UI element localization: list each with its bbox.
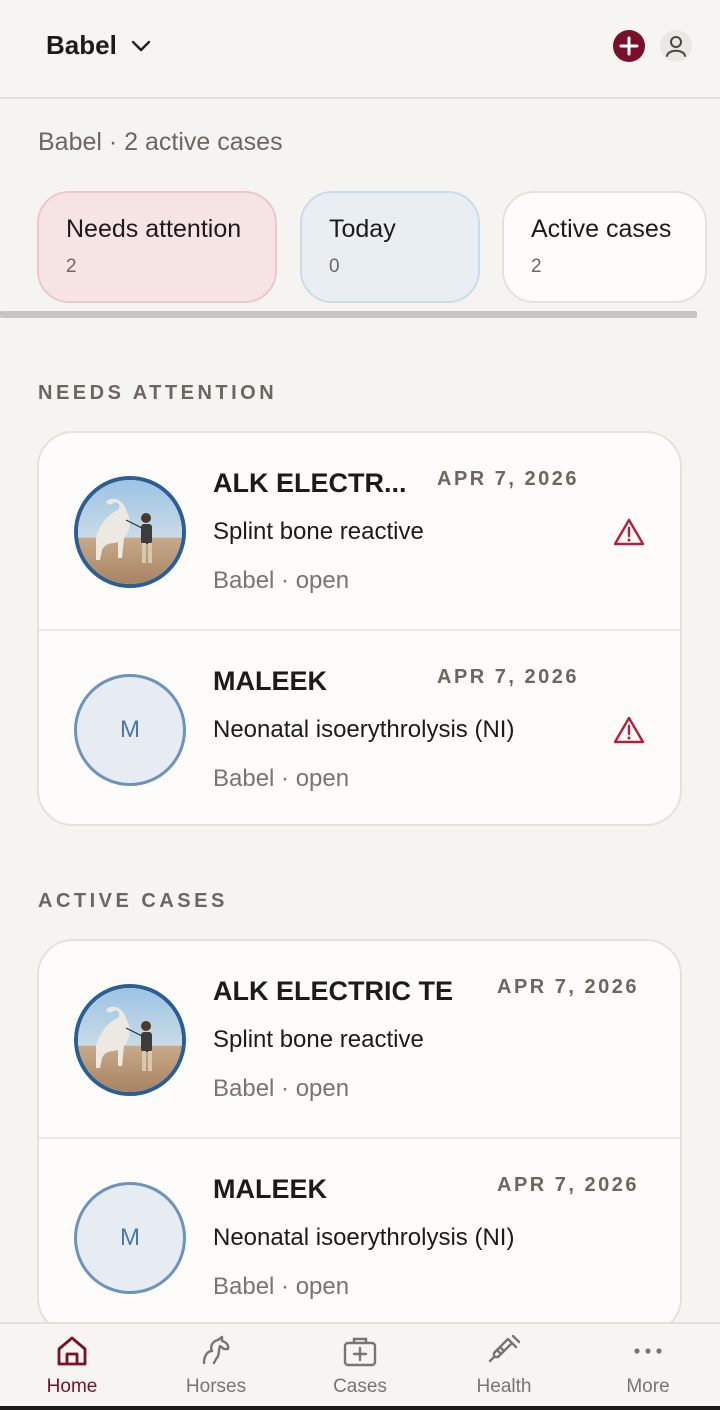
nav-horses[interactable]: Horses [156,1324,276,1410]
user-icon [666,36,686,57]
warning-icon [613,716,645,744]
case-row[interactable]: M MALEEK APR 7, 2026 Neonatal isoerythro… [39,629,680,824]
case-date: APR 7, 2026 [437,666,580,688]
horse-photo-image [78,988,182,1092]
home-icon [57,1336,87,1366]
horse-avatar-initial: M [74,1182,186,1294]
stat-count: 2 [531,256,542,277]
org-switcher[interactable]: Babel [46,30,151,61]
stat-label: Today [329,215,396,243]
nav-more[interactable]: More [588,1324,708,1410]
syringe-icon [488,1334,521,1363]
nav-label: Horses [185,1376,247,1397]
horse-name: MALEEK [213,666,327,696]
more-dots-icon [634,1348,662,1354]
nav-health[interactable]: Health [444,1324,564,1410]
horse-name: MALEEK [213,1174,327,1204]
case-title: Splint bone reactive [213,1026,424,1053]
org-name: Babel [46,30,117,60]
medical-kit-icon [343,1337,377,1367]
case-row[interactable]: ALK ELECTRIC TE APR 7, 2026 Splint bone … [39,941,680,1137]
stat-label: Active cases [531,215,672,243]
case-date: APR 7, 2026 [497,1174,640,1196]
add-case-button[interactable] [613,30,645,62]
horse-photo-image [78,480,182,584]
case-row[interactable]: M MALEEK APR 7, 2026 Neonatal isoerythro… [39,1137,680,1332]
warning-icon [613,518,645,546]
section-title-active-cases: ACTIVE CASES [38,890,228,912]
horse-avatar-photo [74,984,186,1096]
horse-name: ALK ELECTRIC TE [213,976,453,1006]
active-cases-card: ALK ELECTRIC TE APR 7, 2026 Splint bone … [37,939,682,1334]
needs-attention-card: ALK ELECTR... APR 7, 2026 Splint bone re… [37,431,682,826]
stat-count: 2 [66,256,77,277]
top-bar: Babel [0,0,720,99]
bottom-navigation: Home Horses Cases Health More [0,1322,720,1410]
horse-avatar-photo [74,476,186,588]
stat-needs-attention[interactable]: Needs attention 2 [37,191,277,303]
nav-label: More [626,1376,670,1397]
horse-name: ALK ELECTR... [213,468,407,498]
nav-cases[interactable]: Cases [300,1324,420,1410]
case-title: Neonatal isoerythrolysis (NI) [213,1224,515,1251]
case-title: Splint bone reactive [213,518,424,545]
case-meta: Babel · open [213,1273,350,1300]
nav-home[interactable]: Home [12,1324,132,1410]
nav-label: Cases [333,1376,387,1397]
case-date: APR 7, 2026 [497,976,640,998]
case-date: APR 7, 2026 [437,468,580,490]
horse-icon [202,1335,230,1365]
page-subtitle: Babel · 2 active cases [38,128,283,156]
stat-active-cases[interactable]: Active cases 2 [502,191,707,303]
nav-label: Health [476,1376,532,1397]
chevron-down-icon [131,40,151,51]
nav-label: Home [46,1376,98,1397]
case-meta: Babel · open [213,1075,350,1102]
case-title: Neonatal isoerythrolysis (NI) [213,716,515,743]
section-title-needs-attention: NEEDS ATTENTION [38,382,278,404]
horizontal-scrollbar[interactable] [0,311,697,318]
case-meta: Babel · open [213,765,350,792]
case-row[interactable]: ALK ELECTR... APR 7, 2026 Splint bone re… [39,433,680,629]
horse-avatar-initial: M [74,674,186,786]
stat-today[interactable]: Today 0 [300,191,480,303]
plus-icon [619,36,639,56]
screen-bottom-edge [0,1406,720,1410]
case-meta: Babel · open [213,567,350,594]
profile-button[interactable] [660,30,692,62]
stat-label: Needs attention [66,215,242,243]
stat-count: 0 [329,256,340,277]
